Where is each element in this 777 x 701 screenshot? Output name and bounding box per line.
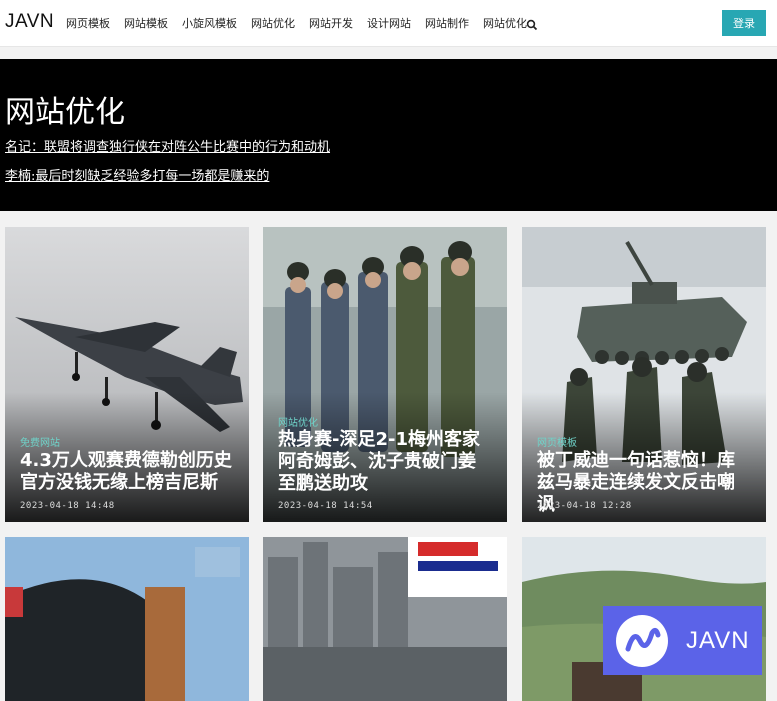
watermark-logo-icon xyxy=(616,614,668,667)
article-date: 2023-04-18 12:28 xyxy=(537,501,632,511)
article-card[interactable] xyxy=(263,537,507,701)
article-image xyxy=(5,537,249,701)
nav-item-xiaoxuanfeng-templates[interactable]: 小旋风模板 xyxy=(182,15,237,31)
article-image xyxy=(263,537,507,701)
article-card[interactable]: 网页模板 被丁威迪一句话惹恼！库兹马暴走连续发文反击嘲讽 2023-04-18 … xyxy=(522,227,766,522)
top-navbar: JAVN 网页模板 网站模板 小旋风模板 网站优化 网站开发 设计网站 网站制作… xyxy=(0,0,777,47)
hero-link-2[interactable]: 李楠:最后时刻缺乏经验多打每一场都是赚来的 xyxy=(5,165,269,184)
article-category[interactable]: 网页模板 xyxy=(537,434,577,449)
nav-item-design[interactable]: 设计网站 xyxy=(367,15,411,31)
nav-item-web-templates[interactable]: 网页模板 xyxy=(66,15,110,31)
article-card[interactable]: 免费网站 4.3万人观赛费德勒创历史 官方没钱无缘上榜吉尼斯 2023-04-1… xyxy=(5,227,249,522)
login-button[interactable]: 登录 xyxy=(722,10,766,36)
nav-item-production[interactable]: 网站制作 xyxy=(425,15,469,31)
search-icon[interactable] xyxy=(526,16,538,31)
nav-item-seo-2[interactable]: 网站优化 xyxy=(483,15,527,31)
nav-item-development[interactable]: 网站开发 xyxy=(309,15,353,31)
watermark-text: JAVN xyxy=(686,626,750,654)
nav-item-seo[interactable]: 网站优化 xyxy=(251,15,295,31)
article-title[interactable]: 热身赛-深足2-1梅州客家阿奇姆彭、沈子贵破门姜至鹏送助攻 xyxy=(278,429,493,495)
article-date: 2023-04-18 14:48 xyxy=(20,501,115,511)
hero-banner: 网站优化 名记：联盟将调查独行侠在对阵公牛比赛中的行为和动机 李楠:最后时刻缺乏… xyxy=(0,59,777,211)
article-date: 2023-04-18 14:54 xyxy=(278,501,373,511)
article-card[interactable] xyxy=(5,537,249,701)
article-title[interactable]: 4.3万人观赛费德勒创历史 官方没钱无缘上榜吉尼斯 xyxy=(20,450,235,494)
page-title: 网站优化 xyxy=(5,95,125,130)
hero-link-1[interactable]: 名记：联盟将调查独行侠在对阵公牛比赛中的行为和动机 xyxy=(5,136,330,155)
main-nav: 网页模板 网站模板 小旋风模板 网站优化 网站开发 设计网站 网站制作 网站优化 xyxy=(66,15,527,31)
nav-item-site-templates[interactable]: 网站模板 xyxy=(124,15,168,31)
article-category[interactable]: 网站优化 xyxy=(278,414,318,429)
site-logo[interactable]: JAVN xyxy=(5,11,54,33)
watermark-badge: JAVN xyxy=(603,606,762,675)
article-category[interactable]: 免费网站 xyxy=(20,434,60,449)
article-card[interactable]: 网站优化 热身赛-深足2-1梅州客家阿奇姆彭、沈子贵破门姜至鹏送助攻 2023-… xyxy=(263,227,507,522)
